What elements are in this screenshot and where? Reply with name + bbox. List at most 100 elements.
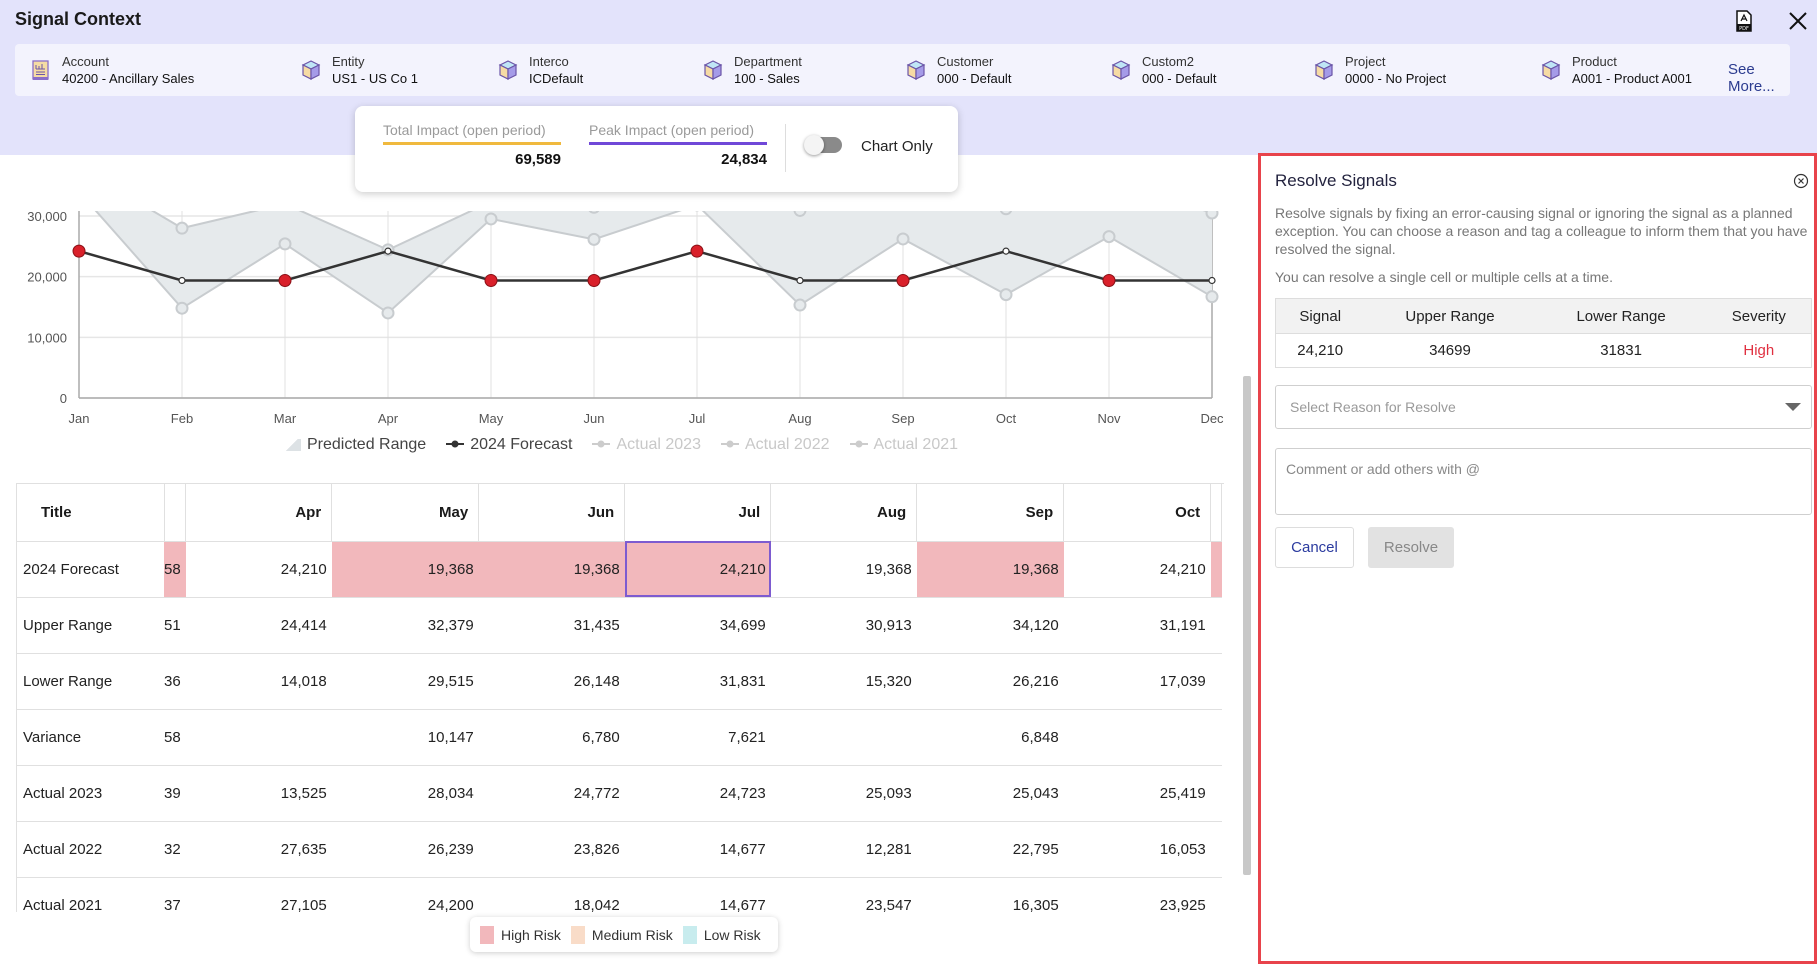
table-cell[interactable]: 24,414 [185, 597, 332, 654]
table-cell[interactable] [1210, 877, 1222, 912]
column-header[interactable]: May [331, 484, 480, 542]
table-cell[interactable]: 23,547 [770, 877, 917, 912]
table-cell[interactable]: 27,635 [185, 821, 332, 878]
table-cell[interactable]: 25,093 [770, 765, 917, 822]
legend-item-actual-2021[interactable]: Actual 2021 [849, 436, 958, 454]
column-header[interactable]: Apr [185, 484, 333, 542]
table-cell[interactable]: 14,677 [624, 877, 771, 912]
table-cell[interactable] [1210, 821, 1222, 878]
table-cell[interactable]: 7,621 [624, 709, 771, 766]
panel-close-button[interactable] [1793, 173, 1809, 189]
dimension-label: Product [1572, 54, 1617, 69]
table-cell[interactable]: 27,105 [185, 877, 332, 912]
column-header[interactable] [1210, 484, 1223, 542]
table-cell[interactable]: 23,925 [1063, 877, 1211, 912]
table-cell[interactable]: 10,147 [331, 709, 479, 766]
comment-input[interactable] [1275, 448, 1812, 515]
table-cell[interactable]: 31,831 [624, 653, 771, 710]
table-cell[interactable]: 18,042 [478, 877, 625, 912]
table-cell[interactable]: 51 [164, 597, 186, 654]
cube-icon [906, 60, 926, 80]
legend-item-actual-2023[interactable]: Actual 2023 [592, 436, 701, 454]
table-cell[interactable]: 13,525 [185, 765, 332, 822]
table-cell[interactable]: 16,305 [916, 877, 1064, 912]
peak-impact-label: Peak Impact (open period) [589, 122, 754, 138]
table-cell[interactable]: 19,368 [770, 541, 917, 598]
table-cell[interactable] [1210, 597, 1222, 654]
resolve-button[interactable]: Resolve [1368, 527, 1454, 568]
cancel-button[interactable]: Cancel [1275, 527, 1354, 568]
table-cell[interactable] [770, 709, 917, 766]
table-cell[interactable]: 14,018 [185, 653, 332, 710]
table-cell[interactable]: 16,053 [1063, 821, 1211, 878]
table-cell[interactable] [1210, 653, 1222, 710]
table-cell[interactable]: 26,239 [331, 821, 479, 878]
legend-item-predicted-range[interactable]: Predicted Range [285, 436, 426, 454]
table-cell[interactable] [1063, 709, 1211, 766]
row-title: Actual 2023 [17, 765, 164, 822]
column-header[interactable]: Jul [624, 484, 772, 542]
table-cell[interactable]: 34,120 [916, 597, 1064, 654]
column-header[interactable]: Oct [1063, 484, 1212, 542]
table-cell[interactable]: 24,723 [624, 765, 771, 822]
column-header[interactable] [164, 484, 187, 542]
table-cell[interactable]: 25,419 [1063, 765, 1211, 822]
table-cell[interactable] [1210, 541, 1222, 598]
table-cell[interactable]: 34,699 [624, 597, 771, 654]
column-header[interactable]: Jun [478, 484, 626, 542]
table-cell[interactable]: 24,210 [624, 541, 771, 598]
table-cell[interactable]: 23,826 [478, 821, 625, 878]
table-cell[interactable]: 37 [164, 877, 186, 912]
severity-badge: High [1743, 342, 1775, 359]
table-cell[interactable]: 36 [164, 653, 186, 710]
table-cell[interactable] [1210, 765, 1222, 822]
pdf-export-button[interactable]: PDF [1733, 10, 1755, 32]
table-cell[interactable]: 17,039 [1063, 653, 1211, 710]
table-cell[interactable]: 31,191 [1063, 597, 1211, 654]
y-tick-label: 10,000 [27, 330, 67, 345]
dimension-customer: Customer 000 - Default [905, 44, 1011, 96]
forecast-point [796, 276, 804, 285]
table-cell[interactable]: 29,515 [331, 653, 479, 710]
close-circle-icon [1793, 173, 1809, 189]
column-header[interactable]: Sep [916, 484, 1065, 542]
column-header[interactable]: Aug [770, 484, 918, 542]
vertical-scrollbar[interactable] [1243, 376, 1251, 875]
table-cell[interactable]: 24,200 [331, 877, 479, 912]
table-cell[interactable]: 28,034 [331, 765, 479, 822]
table-cell[interactable]: 24,210 [1063, 541, 1211, 598]
table-cell[interactable]: 19,368 [916, 541, 1064, 598]
table-cell[interactable]: 58 [164, 709, 186, 766]
legend-item-actual-2022[interactable]: Actual 2022 [720, 436, 830, 454]
table-cell[interactable]: 30,913 [770, 597, 917, 654]
legend-item-2024-forecast[interactable]: 2024 Forecast [446, 436, 572, 454]
risk-swatch [480, 925, 494, 944]
upper-range-point [692, 182, 703, 193]
table-cell[interactable]: 22,795 [916, 821, 1064, 878]
reason-select[interactable]: Select Reason for Resolve [1275, 385, 1812, 429]
table-cell[interactable]: 15,320 [770, 653, 917, 710]
table-cell[interactable]: 25,043 [916, 765, 1064, 822]
table-cell[interactable]: 58 [164, 541, 186, 598]
table-cell[interactable]: 24,772 [478, 765, 625, 822]
table-cell[interactable]: 6,780 [478, 709, 625, 766]
table-cell[interactable]: 39 [164, 765, 186, 822]
table-cell[interactable]: 6,848 [916, 709, 1064, 766]
table-cell[interactable]: 32 [164, 821, 186, 878]
table-cell[interactable]: 32,379 [331, 597, 479, 654]
see-more-link[interactable]: See More... [1728, 61, 1790, 95]
column-header-title[interactable]: Title [17, 484, 165, 542]
table-cell[interactable] [1210, 709, 1222, 766]
table-cell[interactable]: 24,210 [185, 541, 332, 598]
table-cell[interactable]: 12,281 [770, 821, 917, 878]
dimension-value: 100 - Sales [734, 71, 800, 86]
table-cell[interactable]: 14,677 [624, 821, 771, 878]
table-cell[interactable]: 26,216 [916, 653, 1064, 710]
table-cell[interactable] [185, 709, 332, 766]
signal-value: 24,210 [1297, 342, 1344, 359]
close-button[interactable] [1785, 8, 1811, 34]
table-cell[interactable]: 31,435 [478, 597, 625, 654]
table-cell[interactable]: 19,368 [478, 541, 625, 598]
table-cell[interactable]: 19,368 [331, 541, 479, 598]
table-cell[interactable]: 26,148 [478, 653, 625, 710]
